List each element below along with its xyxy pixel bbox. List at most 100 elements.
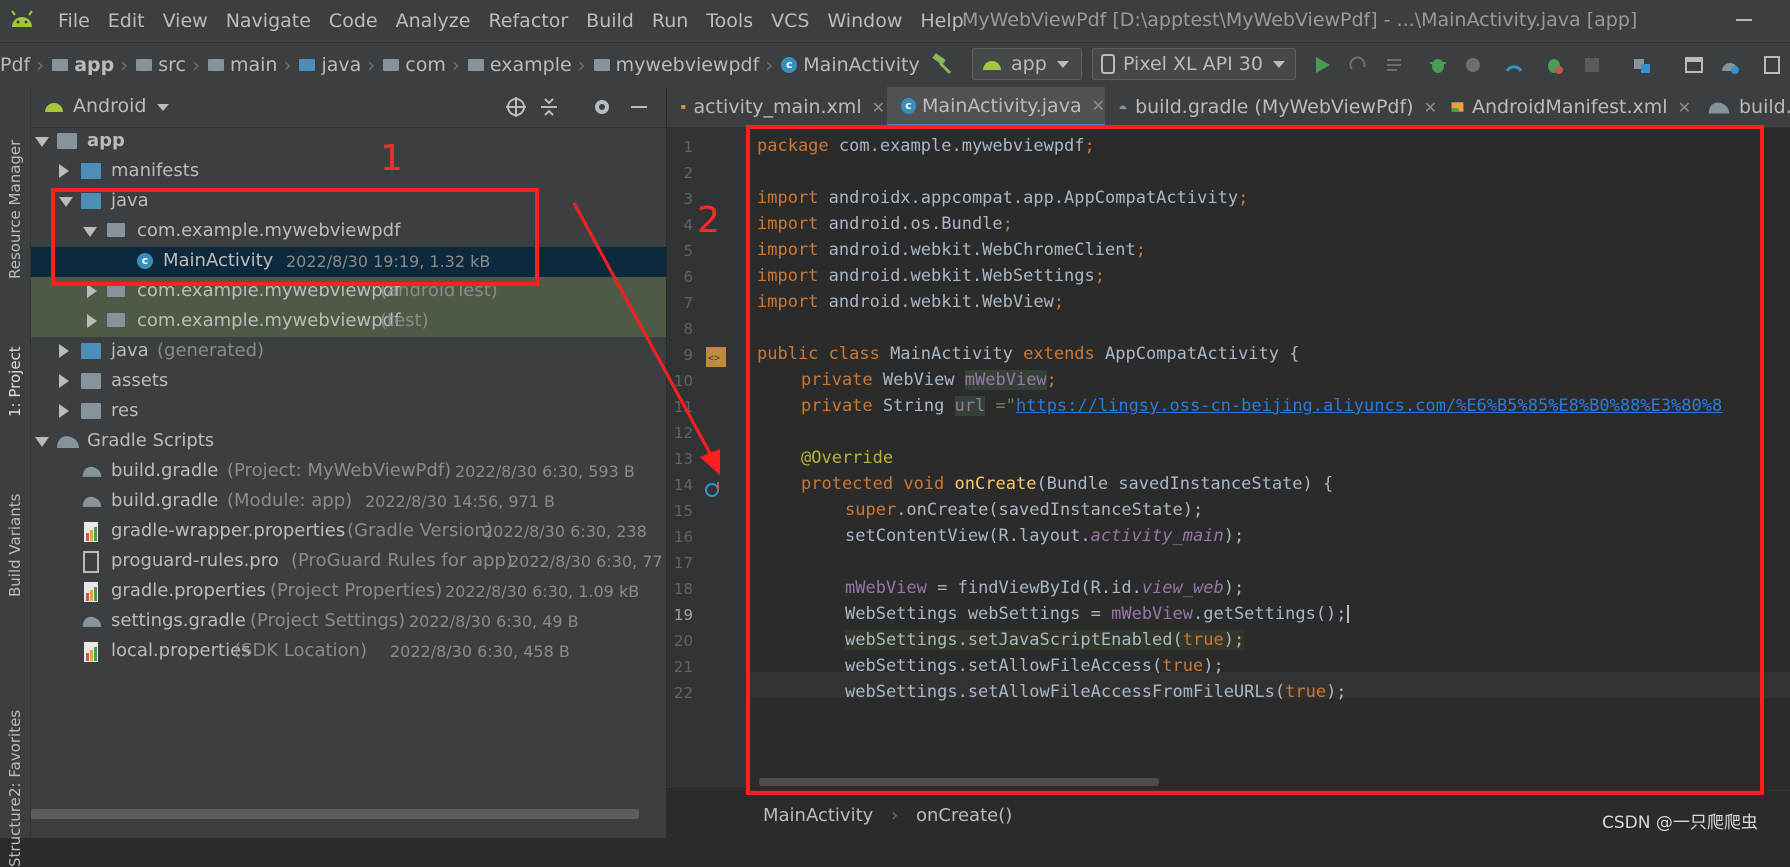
tree-node-build-gradle-module[interactable]: build.gradle (Module: app) 2022/8/30 14:… [31,487,666,517]
folder-icon [136,59,153,71]
line-number: 18 [673,580,693,598]
device-dropdown[interactable]: Pixel XL API 30 [1092,48,1296,80]
expand-arrow-icon[interactable] [35,437,49,447]
layout-icon[interactable] [1762,55,1782,75]
close-icon[interactable]: ✕ [872,98,885,117]
line-number: 15 [673,502,693,520]
tree-node-gradle-properties[interactable]: gradle.properties (Project Properties) 2… [31,577,666,607]
breadcrumb-class[interactable]: MainActivity [763,805,873,826]
collapse-arrow-icon[interactable] [59,164,69,178]
stop-icon[interactable] [1582,55,1602,75]
menu-build[interactable]: Build [586,10,634,32]
breadcrumb-method[interactable]: onCreate() [916,805,1012,826]
horizontal-scrollbar[interactable] [31,809,639,819]
crumb-app[interactable]: app › [52,53,136,77]
crumb-main[interactable]: main › [208,53,299,77]
menu-file[interactable]: File [58,10,90,32]
collapse-arrow-icon[interactable] [87,284,97,298]
module-folder-icon [52,59,69,71]
tree-node-gradle-wrapper[interactable]: gradle-wrapper.properties (Gradle Versio… [31,517,666,547]
annotation-arrow [572,202,720,475]
gradle-file-icon [82,616,102,627]
annotation-box-2 [746,125,1764,795]
menu-refactor[interactable]: Refactor [488,10,568,32]
breadcrumb: Pdf › app › src › main › java › com › example ›… [0,43,920,87]
line-number: 2 [683,164,693,182]
debug-icon[interactable] [1428,55,1448,75]
run-config-dropdown[interactable]: app [972,48,1082,80]
hide-panel-icon[interactable] [631,106,647,108]
chevron-down-icon [1056,60,1069,68]
project-panel-header: Android [31,87,666,128]
menu-run[interactable]: Run [652,10,688,32]
tree-node-settings-gradle[interactable]: settings.gradle (Project Settings) 2022/… [31,607,666,637]
tree-node-app[interactable]: app [31,127,666,157]
phone-icon [1101,54,1115,74]
crumb-src[interactable]: src › [136,53,208,77]
crumb-example[interactable]: example › [467,53,594,77]
tree-node-local-properties[interactable]: local.properties (SDK Location) 2022/8/3… [31,637,666,667]
gradle-elephant-icon [57,436,79,448]
navigation-bar: Pdf › app › src › main › java › com › example ›… [0,42,1790,88]
crumb-project[interactable]: Pdf › [0,53,52,77]
locate-file-icon[interactable] [505,96,527,118]
layout-file-icon: <> [681,105,686,109]
collapse-arrow-icon[interactable] [59,344,69,358]
menu-navigate[interactable]: Navigate [226,10,311,32]
close-icon[interactable]: ✕ [1424,98,1437,117]
crumb-mainactivity[interactable]: c MainActivity [781,54,920,76]
menu-code[interactable]: Code [329,10,378,32]
android-icon [45,103,63,112]
menu-window[interactable]: Window [827,10,902,32]
collapse-all-icon[interactable] [539,96,559,118]
attach-debugger-icon[interactable] [1504,55,1524,75]
line-number: 22 [673,684,693,702]
menu-edit[interactable]: Edit [108,10,145,32]
package-icon [467,59,484,71]
chevron-down-icon [1272,60,1285,68]
tab-activity-main-xml[interactable]: <> activity_main.xml ✕ [667,87,885,127]
apply-code-changes-icon[interactable] [1384,55,1404,75]
close-icon[interactable]: ✕ [1092,96,1105,115]
properties-file-icon [84,582,98,602]
tab-project[interactable]: 1: Project [0,297,30,427]
menu-view[interactable]: View [163,10,208,32]
menu-analyze[interactable]: Analyze [396,10,471,32]
gear-icon[interactable] [591,96,613,118]
close-icon[interactable]: ✕ [1678,98,1691,117]
crumb-java[interactable]: java › [299,53,383,77]
minimize-button[interactable] [1736,19,1752,21]
manifest-file-icon [1451,102,1464,112]
tree-node-proguard[interactable]: proguard-rules.pro (ProGuard Rules for a… [31,547,666,577]
tab-mainactivity-java[interactable]: c MainActivity.java ✕ [887,87,1105,127]
tab-build-gradle-module[interactable]: build. [1707,87,1790,127]
view-mode-selector[interactable]: Android [73,95,146,117]
collapse-arrow-icon[interactable] [59,404,69,418]
crumb-com[interactable]: com › [383,53,468,77]
apply-changes-icon[interactable] [1348,55,1368,75]
chevron-down-icon[interactable] [157,104,169,111]
expand-arrow-icon[interactable] [35,137,49,147]
collapse-arrow-icon[interactable] [87,314,97,328]
crumb-mywebviewpdf[interactable]: mywebviewpdf › [593,53,782,77]
tab-build-variants[interactable]: Build Variants [0,457,30,657]
attach-process-icon[interactable] [1544,55,1564,75]
tab-androidmanifest-xml[interactable]: AndroidManifest.xml ✕ [1439,87,1691,127]
menu-vcs[interactable]: VCS [771,10,809,32]
run-icon[interactable] [1312,55,1332,75]
profile-icon[interactable] [1464,55,1484,75]
class-icon: c [781,57,798,73]
properties-file-icon [84,642,98,662]
menu-help[interactable]: Help [920,10,963,32]
make-project-hammer-icon[interactable] [930,53,954,77]
avd-manager-icon[interactable] [1684,55,1704,75]
collapse-arrow-icon[interactable] [59,374,69,388]
line-number: 20 [673,632,693,650]
source-folder-icon [299,59,316,71]
tab-structure[interactable]: Structure [0,777,30,867]
sync-gradle-icon[interactable] [1632,55,1652,75]
sdk-manager-icon[interactable] [1720,55,1740,75]
menu-tools[interactable]: Tools [706,10,753,32]
tree-node-manifests[interactable]: manifests [31,157,666,187]
tab-build-gradle-project[interactable]: build.gradle (MyWebViewPdf) ✕ [1107,87,1437,127]
